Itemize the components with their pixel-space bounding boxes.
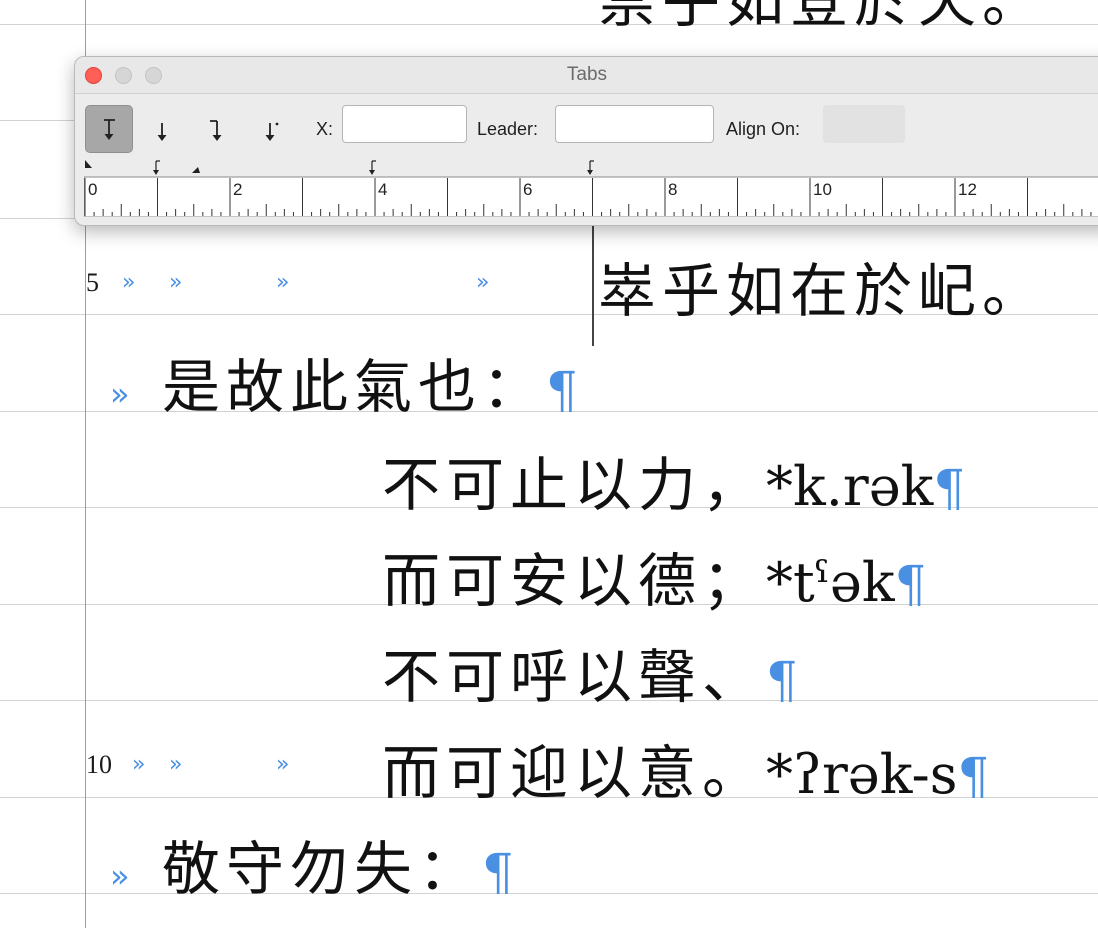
line-text: 是故此氣也： (162, 353, 547, 421)
center-tab-button[interactable] (139, 105, 185, 151)
left-indent-marker[interactable] (192, 167, 200, 173)
ruler-label: 6 (523, 180, 532, 199)
ipa-reconstruction: *tˤək (766, 551, 895, 614)
pilcrow-mark: ¶ (933, 459, 966, 517)
pilcrow-mark: ¶ (766, 651, 798, 709)
tab-marker: » (169, 752, 183, 777)
line-text: 而可迎以意。 (382, 739, 767, 807)
left-tab-button[interactable] (85, 105, 133, 153)
text-line[interactable]: 而可安以德；*tˤək¶ (382, 552, 926, 610)
tab-ruler[interactable]: 0 2 4 6 8 10 12 (84, 159, 1098, 217)
tab-marker: » (276, 270, 290, 295)
text-line[interactable]: 不可止以力，*k.rək¶ (382, 456, 965, 514)
right-tab-button[interactable] (194, 105, 240, 151)
text-line[interactable]: 崇乎如登於天。 (598, 0, 1046, 30)
text-cursor (592, 222, 594, 346)
leader-input[interactable] (555, 105, 714, 143)
line-text: 崇乎如登於天。 (598, 0, 1047, 35)
palette-titlebar[interactable]: Tabs (75, 57, 1098, 94)
tab-marker: » (476, 270, 490, 295)
ruler-label: 12 (958, 180, 977, 199)
pilcrow-mark: ¶ (546, 361, 578, 419)
align-on-label: Align On: (726, 119, 801, 139)
palette-title: Tabs (566, 64, 608, 85)
line-number: 10 (86, 750, 112, 779)
tabs-palette[interactable]: Tabs X: Leader: Align On: 0 2 4 6 8 10 1… (74, 56, 1098, 226)
decimal-tab-icon (265, 122, 279, 141)
ruler-label: 0 (88, 180, 97, 199)
tab-stop-marker[interactable] (587, 160, 594, 175)
tab-marker: » (110, 857, 130, 895)
ruler-label: 2 (233, 180, 242, 199)
tab-marker: » (122, 270, 136, 295)
text-line[interactable]: 而可迎以意。*ʔrək-s¶ (382, 744, 989, 802)
tab-stop-marker[interactable] (369, 160, 376, 175)
ipa-reconstruction: *k.rək (766, 455, 934, 518)
text-line[interactable]: 崒乎如在於屺。 (598, 262, 1046, 320)
line-text: 敬守勿失： (162, 835, 483, 903)
line-text: 崒乎如在於屺。 (598, 257, 1047, 325)
pilcrow-mark: ¶ (957, 747, 990, 805)
text-line[interactable]: 不可呼以聲、¶ (382, 648, 798, 706)
tab-marker: » (276, 752, 290, 777)
line-text: 不可止以力， (382, 451, 767, 519)
leader-label: Leader: (477, 119, 539, 139)
first-line-indent-marker[interactable] (85, 160, 92, 168)
ipa-reconstruction: *ʔrək-s (766, 743, 958, 806)
tab-marker: » (132, 752, 146, 777)
tab-marker: » (169, 270, 183, 295)
pilcrow-mark: ¶ (482, 843, 514, 901)
decimal-tab-button[interactable] (247, 105, 293, 151)
line-text: 不可呼以聲、 (382, 643, 767, 711)
text-line[interactable]: 是故此氣也：¶ (162, 358, 578, 416)
ruler-label: 4 (378, 180, 387, 199)
ruler-label: 8 (668, 180, 677, 199)
text-line[interactable]: 敬守勿失：¶ (162, 840, 514, 898)
x-position-label: X: (316, 119, 334, 139)
left-tab-icon (104, 119, 115, 140)
pilcrow-mark: ¶ (894, 555, 927, 613)
align-on-input[interactable] (823, 105, 905, 143)
tab-stop-marker[interactable] (153, 160, 160, 175)
ruler-label: 10 (813, 180, 832, 199)
center-tab-icon (157, 123, 167, 141)
line-text: 而可安以德； (382, 547, 767, 615)
tab-marker: » (110, 375, 130, 413)
right-tab-icon (210, 120, 222, 141)
x-position-input[interactable] (342, 105, 467, 143)
line-number: 5 (86, 268, 99, 297)
